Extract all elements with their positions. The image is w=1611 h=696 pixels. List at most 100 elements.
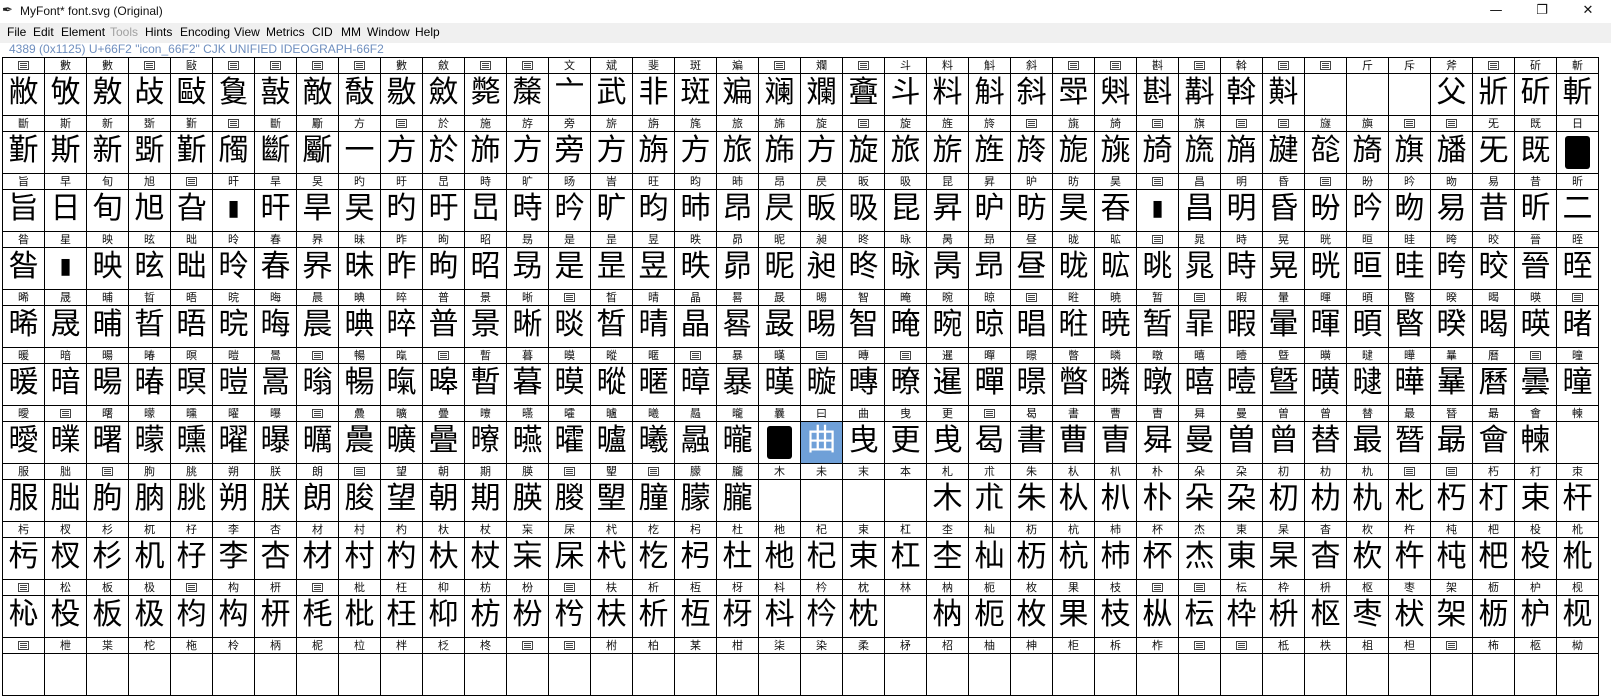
glyph-cell[interactable]: 曇 [1515,348,1557,406]
glyph-cell[interactable]: 昸昸 [843,232,885,290]
glyph-cell[interactable]: 柅 [297,638,339,696]
glyph-cell[interactable]: 旗旒 [1179,116,1221,174]
glyph-cell[interactable]: 朳朳 [1095,464,1137,522]
glyph-cell[interactable]: 斟斟 [1137,58,1179,116]
glyph-cell[interactable]: 李李 [213,522,255,580]
glyph-cell[interactable]: 曣曣 [507,406,549,464]
glyph-cell[interactable]: 暣暣 [381,348,423,406]
glyph-cell[interactable]: 斲斲 [129,116,171,174]
glyph-cell[interactable]: 旴旳 [381,174,423,232]
glyph-cell[interactable]: 杝杝 [759,522,801,580]
glyph-cell[interactable]: 曚曚 [129,406,171,464]
glyph-cell[interactable]: 望望 [381,464,423,522]
glyph-cell[interactable]: 晱 [549,290,591,348]
glyph-cell[interactable]: 旄方 [675,116,717,174]
glyph-cell[interactable]: 杜杜 [717,522,759,580]
glyph-cell[interactable]: 敻 [213,58,255,116]
glyph-cell[interactable]: 昱昱 [633,232,675,290]
glyph-cell[interactable]: 暿暿 [1179,348,1221,406]
glyph-cell[interactable]: 文亠 [549,58,591,116]
glyph-cell[interactable]: 晊晊 [1557,232,1599,290]
glyph-cell[interactable]: 晰晰 [507,290,549,348]
glyph-cell[interactable]: 敵 [297,58,339,116]
glyph-cell[interactable]: 旳旲 [339,174,381,232]
glyph-cell[interactable]: 斝 [1053,58,1095,116]
glyph-cell[interactable]: 杹杹 [1557,522,1599,580]
restore-button[interactable]: ❐ [1519,0,1565,23]
glyph-cell[interactable]: 杛杛 [675,522,717,580]
glyph-cell[interactable]: 數敫 [87,58,129,116]
glyph-cell[interactable]: 柕 [885,638,927,696]
glyph-cell[interactable]: 旋旅 [885,116,927,174]
glyph-cell[interactable]: 杵杵 [1389,522,1431,580]
glyph-cell[interactable]: 枉枉 [381,580,423,638]
glyph-cell[interactable]: 昭昭 [465,232,507,290]
glyph-cell[interactable]: 料料 [927,58,969,116]
glyph-cell[interactable]: 曰曲 [801,406,843,464]
glyph-cell[interactable]: 景景 [465,290,507,348]
glyph-cell[interactable]: 晢晢 [129,290,171,348]
glyph-cell[interactable]: 數敂 [45,58,87,116]
menu-hints[interactable]: Hints [145,25,172,39]
glyph-cell[interactable]: 暼暼 [1053,348,1095,406]
glyph-cell[interactable]: 昮昮 [507,232,549,290]
glyph-cell[interactable]: 昁昂 [717,174,759,232]
glyph-cell[interactable]: 札木 [927,464,969,522]
glyph-cell[interactable]: 晤晤 [171,290,213,348]
glyph-cell[interactable]: 昴昴 [717,232,759,290]
glyph-cell[interactable]: 暏 [1557,290,1599,348]
glyph-cell[interactable]: 枞 [1137,580,1179,638]
glyph-cell[interactable]: 斶 [213,116,255,174]
glyph-cell[interactable]: 日 [1557,116,1599,174]
glyph-cell[interactable]: 旋 [843,116,885,174]
glyph-cell[interactable]: 曢曢 [465,406,507,464]
glyph-cell[interactable]: 旨旨 [3,174,45,232]
glyph-cell[interactable] [1221,638,1263,696]
glyph-cell[interactable]: 時時 [1221,232,1263,290]
glyph-cell[interactable]: 昆昇 [927,174,969,232]
glyph-cell[interactable]: 旑旐 [1095,116,1137,174]
glyph-cell[interactable]: 晄晄 [1305,232,1347,290]
glyph-cell[interactable]: 杚杚 [633,522,675,580]
glyph-cell[interactable]: 暟暟 [213,348,255,406]
glyph-cell[interactable]: 枻 [45,638,87,696]
glyph-cell[interactable]: 斤 [1347,58,1389,116]
glyph-cell[interactable]: 斳斳 [171,116,213,174]
glyph-cell[interactable]: 期期 [465,464,507,522]
glyph-cell[interactable]: 枘枘 [927,580,969,638]
menu-mm[interactable]: MM [341,25,361,39]
glyph-cell[interactable]: 杺 [3,580,45,638]
glyph-cell[interactable]: 杖杖 [465,522,507,580]
glyph-cell[interactable]: 晥晥 [213,290,255,348]
glyph-cell[interactable]: 枟枠 [1221,580,1263,638]
glyph-cell[interactable]: 晀 [1137,232,1179,290]
glyph-cell[interactable]: 旺昀 [633,174,675,232]
glyph-cell[interactable]: 映映 [87,232,129,290]
glyph-cell[interactable]: 方一 [339,116,381,174]
glyph-cell[interactable]: 春春 [255,232,297,290]
glyph-cell[interactable]: 束束 [843,522,885,580]
glyph-cell[interactable]: 杘杘 [549,522,591,580]
glyph-cell[interactable]: 暵暵 [759,348,801,406]
glyph-cell[interactable]: 昔昕 [1515,174,1557,232]
glyph-cell[interactable]: 敺敺 [171,58,213,116]
glyph-cell[interactable]: 昕二 [1557,174,1599,232]
glyph-cell[interactable]: 暍暍 [1473,290,1515,348]
glyph-cell[interactable]: 暷暷 [843,348,885,406]
glyph-cell[interactable]: 旞旕 [1305,116,1347,174]
glyph-cell[interactable]: 晈晈 [1473,232,1515,290]
glyph-cell[interactable]: 普普 [423,290,465,348]
glyph-cell[interactable]: 枆 [297,580,339,638]
glyph-cell[interactable]: 晆晆 [1389,232,1431,290]
glyph-cell[interactable]: 昼昼 [1011,232,1053,290]
glyph-cell[interactable]: 杍杍 [171,522,213,580]
glyph-cell[interactable]: 斷斳 [3,116,45,174]
glyph-cell[interactable]: 晞晞 [3,290,45,348]
glyph-cell[interactable]: 昻昻 [969,232,1011,290]
glyph-cell[interactable]: 曖曖 [3,406,45,464]
glyph-cell[interactable]: 斡斡 [1221,58,1263,116]
glyph-cell[interactable]: 暻暻 [1011,348,1053,406]
glyph-cell[interactable]: 敼 [255,58,297,116]
menu-window[interactable]: Window [367,25,410,39]
glyph-cell[interactable]: 服服 [3,464,45,522]
